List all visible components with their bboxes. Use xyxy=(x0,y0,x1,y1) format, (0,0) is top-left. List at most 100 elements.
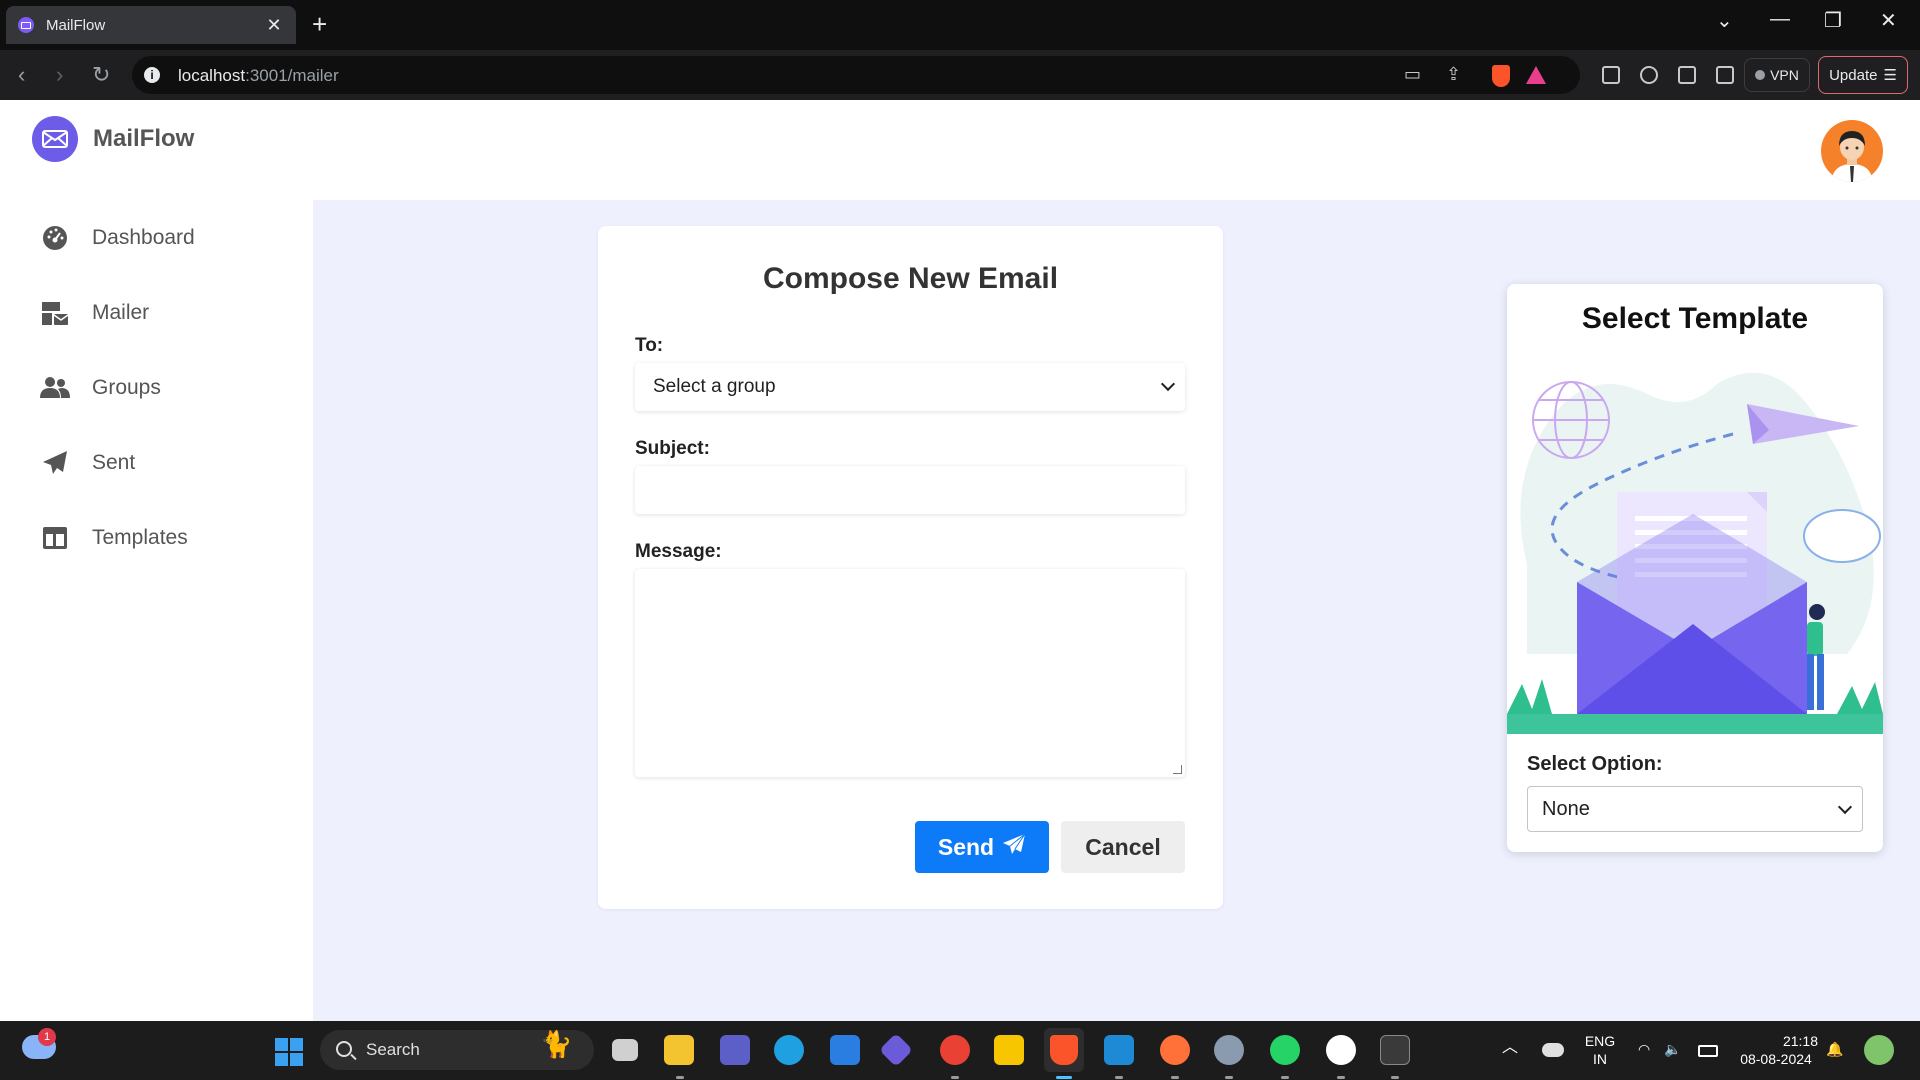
copilot-icon[interactable] xyxy=(879,1033,913,1067)
file-explorer-icon[interactable] xyxy=(664,1035,694,1065)
mailer-icon xyxy=(40,298,70,328)
sidebar-item-templates[interactable]: Templates xyxy=(0,500,313,575)
sidebar-item-sent[interactable]: Sent xyxy=(0,425,313,500)
brand[interactable]: MailFlow xyxy=(32,116,194,162)
wallet-icon[interactable] xyxy=(1716,66,1734,84)
vpn-button[interactable]: VPN xyxy=(1744,58,1810,92)
clock[interactable]: 21:18 08-08-2024 xyxy=(1734,1032,1818,1068)
subject-input[interactable] xyxy=(635,466,1185,514)
cancel-button[interactable]: Cancel xyxy=(1061,821,1185,873)
share-icon[interactable]: ⇪ xyxy=(1446,64,1461,85)
onedrive-icon[interactable] xyxy=(1542,1043,1564,1057)
running-indicator xyxy=(1337,1076,1345,1079)
brand-name: MailFlow xyxy=(93,125,195,152)
sidebar: MailFlow Dashboard Mailer Groups Sent Te… xyxy=(0,100,313,1021)
sidebar-icon[interactable] xyxy=(1678,66,1696,84)
running-indicator xyxy=(1171,1076,1179,1079)
url-text: localhost:3001/mailer xyxy=(178,66,339,85)
template-card: Select Template Select Option: None xyxy=(1507,284,1883,852)
running-indicator xyxy=(1391,1076,1399,1079)
tab-search-chevron-icon[interactable]: ⌄ xyxy=(1716,8,1733,33)
back-icon[interactable]: ‹ xyxy=(18,62,25,88)
brave-rewards-icon[interactable] xyxy=(1526,66,1546,84)
running-indicator xyxy=(676,1076,684,1079)
dashboard-icon xyxy=(40,223,70,253)
chevron-down-icon xyxy=(1837,799,1853,815)
brave-icon[interactable] xyxy=(1050,1035,1078,1065)
search-icon xyxy=(336,1041,352,1057)
mongodb-compass-icon[interactable] xyxy=(1326,1035,1356,1065)
browser-tab-strip: MailFlow ✕ + ⌄ — ❐ ✕ xyxy=(0,0,1920,50)
new-tab-button[interactable]: + xyxy=(312,9,327,39)
volume-icon[interactable]: 🔈 xyxy=(1664,1040,1681,1058)
sidebar-item-mailer[interactable]: Mailer xyxy=(0,275,313,350)
sidebar-item-dashboard[interactable]: Dashboard xyxy=(0,200,313,275)
subject-label: Subject: xyxy=(635,438,710,459)
brave-shields-icon[interactable] xyxy=(1492,65,1510,87)
extensions-puzzle-icon[interactable] xyxy=(1640,66,1658,84)
settings-gear-icon[interactable] xyxy=(1214,1035,1244,1065)
chevron-down-icon xyxy=(1160,376,1176,392)
language-indicator[interactable]: ENG IN xyxy=(1582,1032,1618,1068)
envelope-logo-icon xyxy=(32,116,78,162)
sticky-app-icon[interactable] xyxy=(994,1035,1024,1065)
resize-handle-icon[interactable] xyxy=(1173,765,1182,774)
battery-icon[interactable] xyxy=(1698,1045,1718,1057)
mail-icon[interactable] xyxy=(830,1035,860,1065)
sidebar-item-label: Groups xyxy=(92,375,161,399)
clock-time: 21:18 xyxy=(1782,1033,1818,1049)
tab-title: MailFlow xyxy=(46,16,106,34)
menu-icon: ☰ xyxy=(1883,67,1897,84)
show-hidden-icons-chevron-icon[interactable]: ︿ xyxy=(1502,1039,1518,1057)
browser-toolbar: ‹ › ↻ i localhost:3001/mailer ▭ ⇪ VPN Up… xyxy=(0,50,1920,100)
copilot-pre-icon[interactable] xyxy=(1864,1035,1894,1065)
send-button[interactable]: Send xyxy=(915,821,1049,873)
compose-title: Compose New Email xyxy=(762,262,1059,295)
window-close-icon[interactable]: ✕ xyxy=(1880,8,1897,33)
address-bar[interactable]: i localhost:3001/mailer ▭ ⇪ xyxy=(132,56,1580,94)
search-highlight-cat-icon: 🐈 xyxy=(540,1029,573,1059)
avatar[interactable] xyxy=(1821,120,1883,182)
sidebar-nav: Dashboard Mailer Groups Sent Templates xyxy=(0,200,313,575)
running-indicator xyxy=(1225,1076,1233,1079)
select-option-label: Select Option: xyxy=(1527,753,1663,775)
compose-card: Compose New Email To: Select a group Sub… xyxy=(598,226,1223,909)
mailflow-favicon-icon xyxy=(18,17,34,33)
running-indicator xyxy=(951,1076,959,1079)
wifi-icon[interactable]: ◠ xyxy=(1638,1040,1650,1058)
sidebar-item-label: Templates xyxy=(92,525,188,549)
site-info-icon[interactable]: i xyxy=(144,67,160,83)
task-view-icon[interactable] xyxy=(612,1039,638,1061)
template-select[interactable]: None xyxy=(1527,786,1863,832)
firefox-icon[interactable] xyxy=(1160,1035,1190,1065)
edge-icon[interactable] xyxy=(774,1035,804,1065)
notification-bell-icon[interactable]: 🔔 xyxy=(1826,1040,1843,1058)
chrome-icon[interactable] xyxy=(940,1035,970,1065)
sidebar-item-label: Mailer xyxy=(92,300,150,324)
group-select[interactable]: Select a group xyxy=(635,363,1185,411)
message-textarea[interactable] xyxy=(635,569,1185,777)
sidebar-item-label: Sent xyxy=(92,450,136,474)
extensions-copy-icon[interactable] xyxy=(1602,66,1620,84)
minimize-icon[interactable]: — xyxy=(1770,8,1790,31)
template-select-value: None xyxy=(1542,797,1590,820)
paper-plane-icon xyxy=(1002,833,1026,861)
whatsapp-icon[interactable] xyxy=(1270,1035,1300,1065)
clock-date: 08-08-2024 xyxy=(1740,1051,1812,1067)
vscode-icon[interactable] xyxy=(1104,1035,1134,1065)
terminal-icon[interactable] xyxy=(1380,1035,1410,1065)
reload-icon[interactable]: ↻ xyxy=(92,62,110,88)
update-button[interactable]: Update ☰ xyxy=(1818,56,1908,94)
windows-start-icon[interactable] xyxy=(275,1038,303,1066)
tab-close-icon[interactable]: ✕ xyxy=(264,15,284,36)
forward-icon[interactable]: › xyxy=(56,62,63,88)
active-indicator xyxy=(1056,1076,1072,1079)
teams-icon[interactable] xyxy=(720,1035,750,1065)
lang-top: ENG xyxy=(1584,1033,1616,1049)
browser-tab[interactable]: MailFlow ✕ xyxy=(6,6,296,44)
paper-plane-icon xyxy=(40,448,70,478)
cast-icon[interactable]: ▭ xyxy=(1404,64,1421,85)
sidebar-item-groups[interactable]: Groups xyxy=(0,350,313,425)
top-header xyxy=(313,100,1920,200)
restore-icon[interactable]: ❐ xyxy=(1824,8,1842,33)
